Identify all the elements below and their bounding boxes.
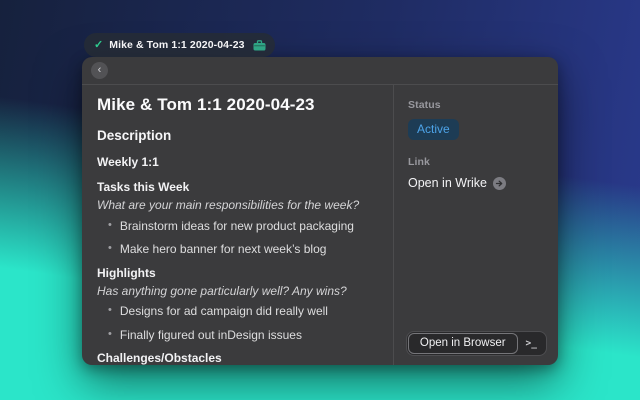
metadata-sidebar: Status Active Link Open in Wrike Open in… — [393, 85, 558, 365]
page-title: Mike & Tom 1:1 2020-04-23 — [97, 95, 387, 115]
link-label: Link — [408, 156, 546, 168]
section-heading-highlights: Highlights — [97, 266, 387, 280]
back-button[interactable]: ‹ — [91, 62, 108, 79]
arrow-right-circle-icon — [493, 177, 506, 190]
link-text: Open in Wrike — [408, 176, 487, 190]
description-heading: Description — [97, 128, 387, 143]
bullet-icon: • — [108, 304, 112, 318]
section-question-tasks: What are your main responsibilities for … — [97, 197, 387, 214]
section-heading-tasks: Tasks this Week — [97, 180, 387, 194]
list-item: • Finally figured out inDesign issues — [97, 328, 387, 342]
terminal-prompt-icon[interactable]: >_ — [519, 332, 546, 355]
bullet-icon: • — [108, 219, 112, 233]
menubar-task-pill[interactable]: ✓ Mike & Tom 1:1 2020-04-23 — [84, 33, 275, 57]
task-description-panel: Mike & Tom 1:1 2020-04-23 Description We… — [82, 85, 393, 365]
list-item: • Brainstorm ideas for new product packa… — [97, 219, 387, 233]
list-item: • Designs for ad campaign did really wel… — [97, 304, 387, 318]
open-in-browser-button[interactable]: Open in Browser — [408, 333, 518, 354]
intro-heading: Weekly 1:1 — [97, 155, 387, 169]
section-question-highlights: Has anything gone particularly well? Any… — [97, 283, 387, 300]
list-item-text: Make hero banner for next week’s blog — [120, 242, 327, 256]
chevron-left-icon: ‹ — [98, 65, 102, 76]
window-header: ‹ — [82, 57, 558, 85]
highlights-list: • Designs for ad campaign did really wel… — [97, 304, 387, 342]
bullet-icon: • — [108, 328, 112, 342]
section-heading-challenges: Challenges/Obstacles — [97, 351, 387, 365]
open-in-wrike-link[interactable]: Open in Wrike — [408, 176, 546, 190]
list-item-text: Brainstorm ideas for new product packagi… — [120, 219, 354, 233]
tasks-list: • Brainstorm ideas for new product packa… — [97, 219, 387, 257]
list-item: • Make hero banner for next week’s blog — [97, 242, 387, 256]
check-icon: ✓ — [94, 40, 103, 51]
task-detail-window: ‹ Mike & Tom 1:1 2020-04-23 Description … — [82, 57, 558, 365]
bullet-icon: • — [108, 242, 112, 256]
briefcase-icon — [253, 40, 266, 51]
list-item-text: Finally figured out inDesign issues — [120, 328, 302, 342]
list-item-text: Designs for ad campaign did really well — [120, 304, 328, 318]
status-badge: Active — [408, 119, 459, 140]
status-label: Status — [408, 99, 546, 111]
footer-action-bar: Open in Browser >_ — [406, 331, 547, 356]
task-pill-title: Mike & Tom 1:1 2020-04-23 — [109, 39, 244, 51]
